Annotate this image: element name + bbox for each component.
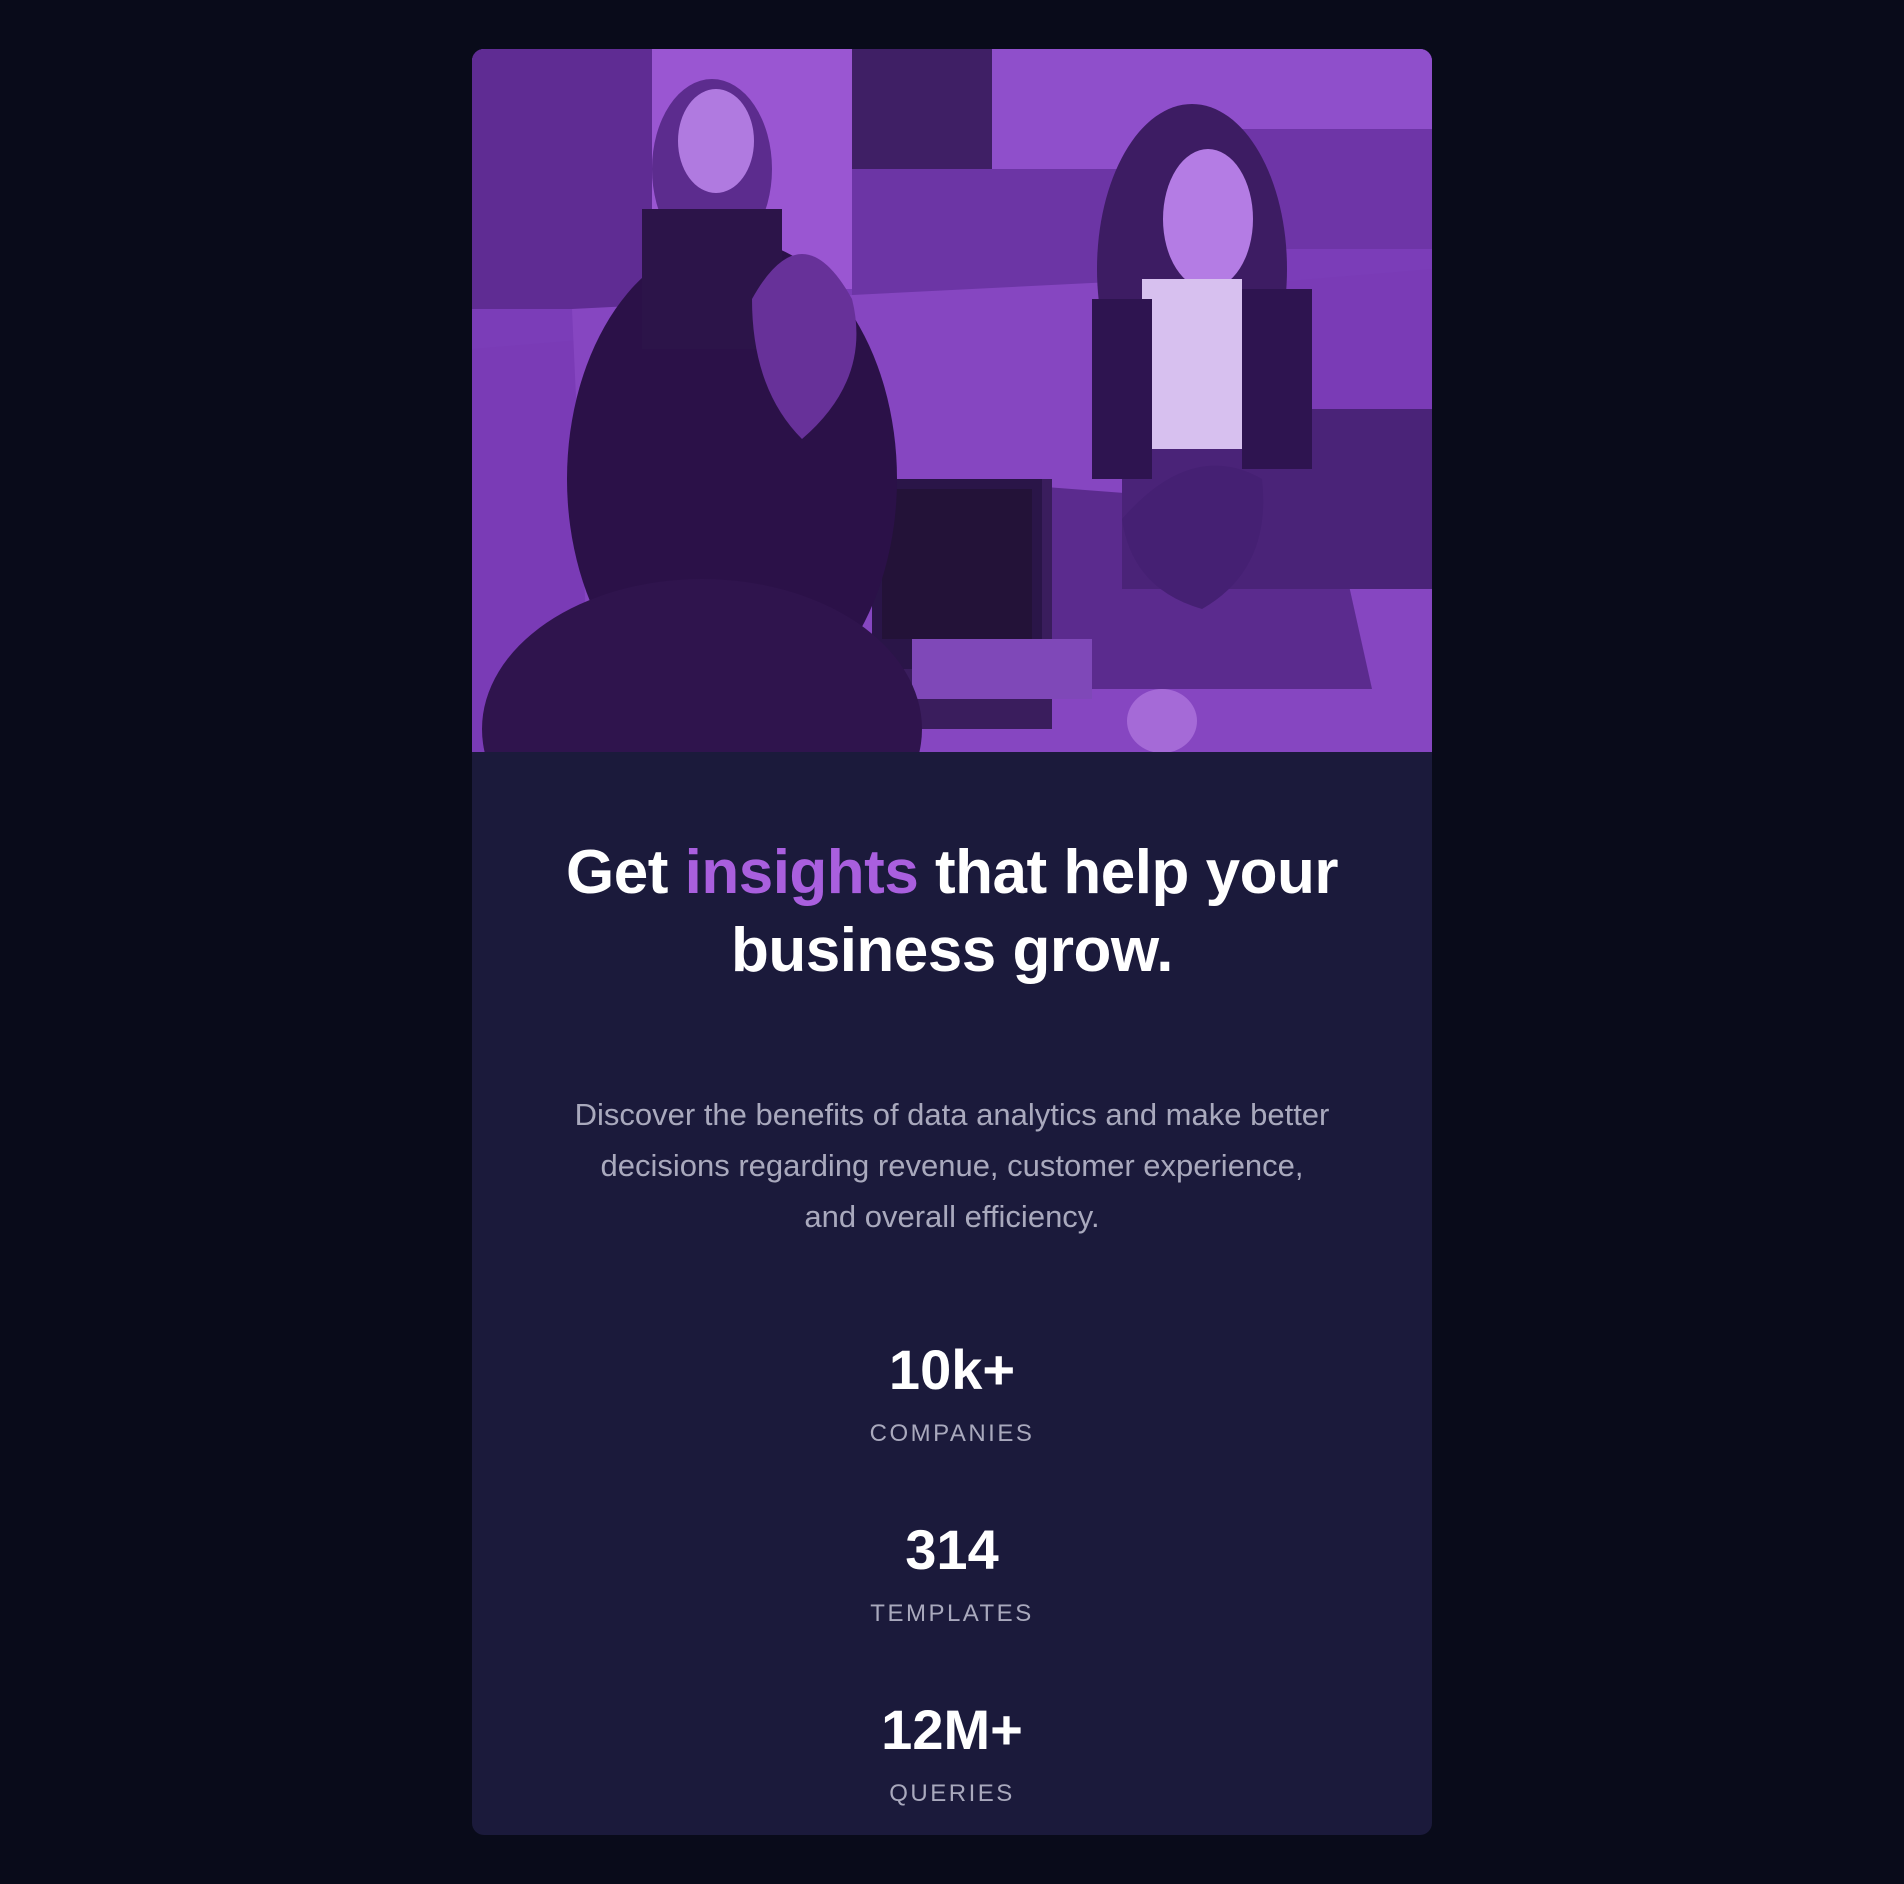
stat-templates: 314 TEMPLATES	[472, 1518, 1432, 1628]
card-content: Get insights that help your business gro…	[472, 752, 1432, 1835]
stat-label: TEMPLATES	[870, 1600, 1034, 1627]
stats-preview-card: Get insights that help your business gro…	[472, 49, 1432, 1835]
headline-accent: insights	[684, 838, 919, 907]
office-team-photo-icon	[472, 49, 1432, 752]
stat-value: 314	[905, 1518, 999, 1581]
hero-image	[472, 49, 1432, 752]
stat-value: 10k+	[888, 1338, 1016, 1401]
stat-label: COMPANIES	[869, 1420, 1035, 1447]
headline-prefix: Get	[566, 838, 685, 907]
stat-value: 12M+	[881, 1698, 1023, 1761]
headline: Get insights that help your business gro…	[532, 834, 1372, 990]
stat-label: QUERIES	[889, 1780, 1015, 1807]
stat-queries: 12M+ QUERIES	[472, 1698, 1432, 1808]
stat-companies: 10k+ COMPANIES	[472, 1338, 1432, 1448]
description: Discover the benefits of data analytics …	[574, 1097, 1330, 1234]
